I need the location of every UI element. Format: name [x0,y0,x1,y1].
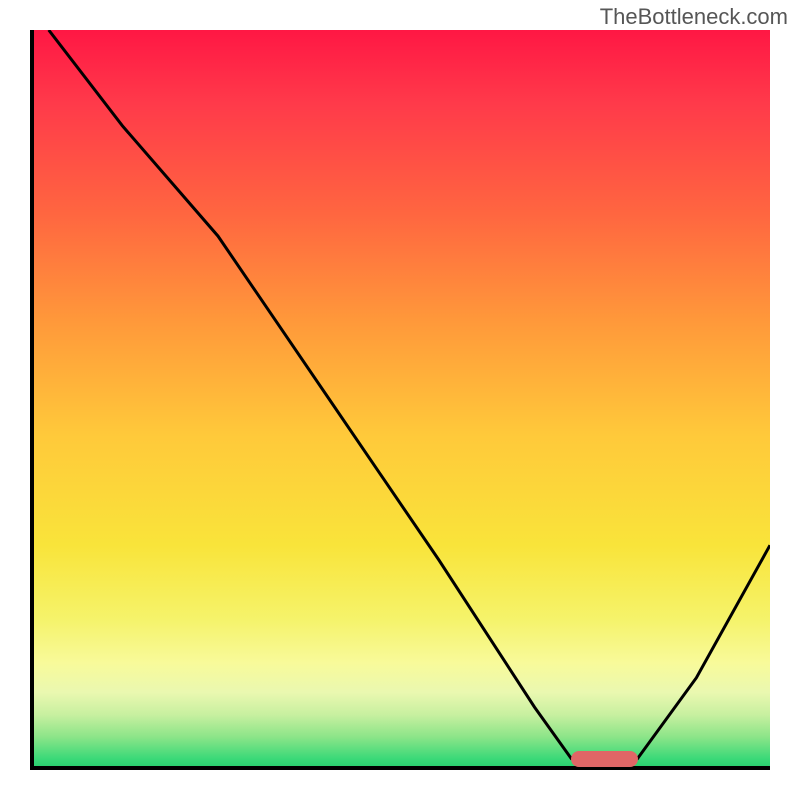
optimal-marker [571,751,637,767]
bottleneck-curve [49,30,770,759]
watermark-text: TheBottleneck.com [600,4,788,30]
chart-container: TheBottleneck.com [0,0,800,800]
curve-svg [34,30,770,766]
plot-area [30,30,770,770]
